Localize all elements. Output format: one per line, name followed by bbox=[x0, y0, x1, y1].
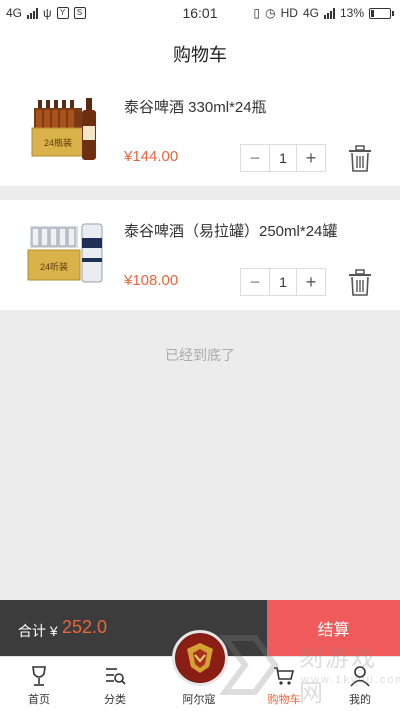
signal-icon-right bbox=[323, 7, 335, 19]
total-value: 252.0 bbox=[62, 617, 108, 637]
tab-label: 阿尔寇 bbox=[182, 694, 216, 706]
cart-icon bbox=[274, 667, 295, 685]
tab-label: 分类 bbox=[104, 694, 126, 706]
page-title: 购物车 bbox=[173, 45, 227, 65]
total-area: 合计 ¥ 252.0 bbox=[0, 600, 267, 656]
network-gen-label: 4G bbox=[302, 6, 319, 20]
cart-item[interactable]: 24瓶装 泰谷啤酒 330ml*24瓶 ¥144.00 − 1 + bbox=[0, 76, 400, 186]
vibrate-icon: ▯ bbox=[253, 6, 261, 20]
increase-button[interactable]: + bbox=[297, 145, 325, 171]
battery-percent: 13% bbox=[339, 6, 364, 20]
category-list-icon bbox=[106, 668, 126, 685]
trash-icon[interactable] bbox=[348, 145, 372, 173]
brand-logo[interactable] bbox=[172, 630, 228, 686]
decrease-button[interactable]: − bbox=[241, 269, 269, 295]
status-right: ▯ ◷ HD 4G 13% bbox=[254, 6, 394, 20]
tab-category[interactable]: 分类 bbox=[85, 657, 145, 711]
product-price: ¥144.00 bbox=[124, 148, 179, 165]
increase-button[interactable]: + bbox=[297, 269, 325, 295]
wine-glass-icon bbox=[32, 666, 46, 686]
header: 购物车 bbox=[0, 28, 400, 76]
image-label-text: 24瓶装 bbox=[44, 137, 72, 148]
product-name[interactable]: 泰谷啤酒 330ml*24瓶 bbox=[124, 96, 267, 117]
tab-label: 我的 bbox=[349, 694, 371, 706]
battery-icon bbox=[369, 7, 394, 19]
tab-mine[interactable]: 我的 bbox=[330, 657, 390, 711]
quantity-value[interactable]: 1 bbox=[269, 269, 297, 295]
end-of-list-note: 已经到底了 bbox=[165, 347, 235, 363]
network-label-right: HD bbox=[280, 6, 298, 20]
quantity-value[interactable]: 1 bbox=[269, 145, 297, 171]
tab-home[interactable]: 首页 bbox=[9, 657, 69, 711]
brand-emblem-icon bbox=[176, 634, 224, 682]
tab-label: 购物车 bbox=[267, 694, 301, 706]
decrease-button[interactable]: − bbox=[241, 145, 269, 171]
checkout-button[interactable]: 结算 bbox=[267, 600, 400, 656]
product-price: ¥108.00 bbox=[124, 272, 179, 289]
product-image-bottles: 24瓶装 bbox=[31, 98, 96, 160]
total-label: 合计 ¥ bbox=[18, 623, 58, 639]
quantity-stepper: − 1 + bbox=[240, 144, 326, 172]
product-name[interactable]: 泰谷啤酒（易拉罐）250ml*24罐 bbox=[124, 220, 337, 241]
tab-label: 首页 bbox=[28, 694, 50, 706]
tab-cart[interactable]: 购物车 bbox=[254, 657, 314, 711]
user-icon bbox=[350, 666, 370, 687]
cart-item[interactable]: 24听装 泰谷啤酒（易拉罐）250ml*24罐 ¥108.00 − 1 + bbox=[0, 200, 400, 310]
image-label-text: 24听装 bbox=[40, 261, 68, 272]
quantity-stepper: − 1 + bbox=[240, 268, 326, 296]
status-bar: 4G ψ Y S 16:01 ▯ ◷ HD 4G 13% bbox=[0, 0, 400, 28]
trash-icon[interactable] bbox=[348, 269, 372, 297]
alarm-icon: ◷ bbox=[265, 6, 276, 20]
product-image-cans: 24听装 bbox=[27, 223, 103, 283]
